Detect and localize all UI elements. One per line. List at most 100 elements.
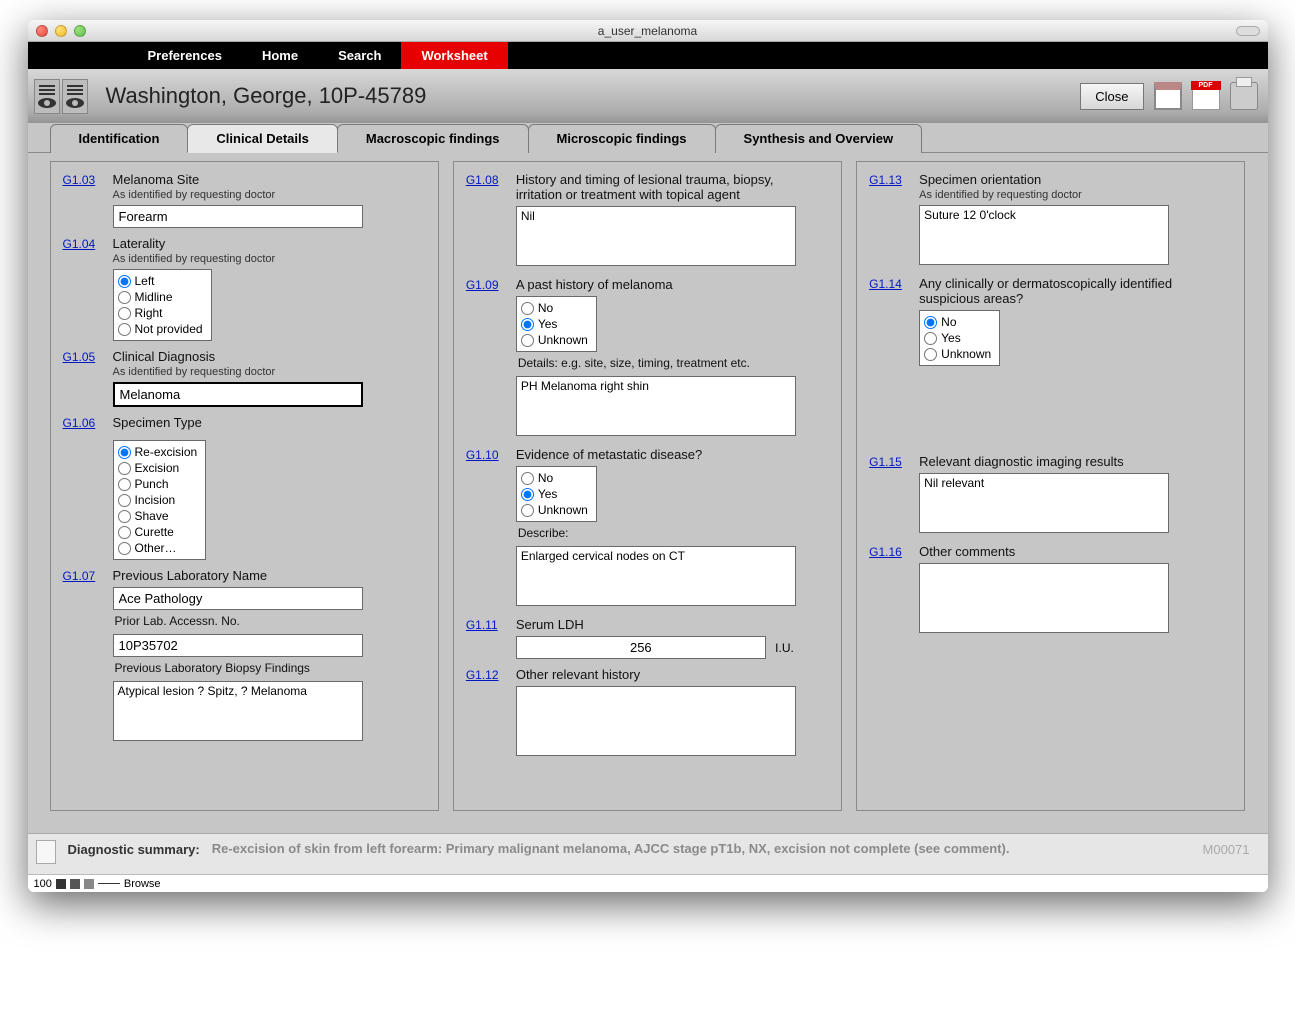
laterality-not-provided[interactable]: Not provided [118,321,203,337]
header-bar: Washington, George, 10P-45789 Close [28,69,1268,124]
spec-punch[interactable]: Punch [118,476,198,492]
code-link-g106[interactable]: G1.06 [63,415,113,560]
label-suspicious-areas: Any clinically or dermatoscopically iden… [919,276,1179,306]
serum-ldh-input[interactable] [516,636,766,659]
status-icon-1[interactable] [56,879,66,889]
window-title: a_user_melanoma [28,24,1268,38]
code-link-g111[interactable]: G1.11 [466,617,516,659]
window-toolbar-toggle-icon[interactable] [1236,26,1260,36]
window-close-icon[interactable] [36,25,48,37]
susp-no[interactable]: No [924,314,991,330]
met-yes[interactable]: Yes [521,486,588,502]
met-describe-textarea[interactable] [516,546,796,606]
prev-biopsy-findings-textarea[interactable] [113,681,363,741]
prev-lab-name-input[interactable] [113,587,363,610]
footer-summary: Diagnostic summary: Re-excision of skin … [28,833,1268,874]
specimen-orientation-textarea[interactable] [919,205,1169,265]
menu-search[interactable]: Search [318,42,401,69]
column-3: G1.13 Specimen orientation As identified… [856,161,1245,811]
ph-no[interactable]: No [521,300,588,316]
code-link-g114[interactable]: G1.14 [869,276,919,366]
content-area: G1.03 Melanoma Site As identified by req… [28,153,1268,833]
column-2: G1.08 History and timing of lesional tra… [453,161,842,811]
menu-home[interactable]: Home [242,42,318,69]
spec-excision[interactable]: Excision [118,460,198,476]
tab-microscopic[interactable]: Microscopic findings [528,124,716,153]
code-link-g105[interactable]: G1.05 [63,349,113,407]
spec-reexcision[interactable]: Re-excision [118,444,198,460]
sublabel-g103: As identified by requesting doctor [113,189,426,201]
tab-synthesis[interactable]: Synthesis and Overview [715,124,923,153]
susp-unknown[interactable]: Unknown [924,346,991,362]
code-link-g107[interactable]: G1.07 [63,568,113,744]
pdf-export-icon[interactable] [1192,82,1220,110]
label-other-comments: Other comments [919,544,1232,559]
window-zoom-icon[interactable] [74,25,86,37]
spec-curette[interactable]: Curette [118,524,198,540]
status-icon-2[interactable] [70,879,80,889]
clipboard-icon[interactable] [1154,82,1182,110]
other-comments-textarea[interactable] [919,563,1169,633]
label-melanoma-site: Melanoma Site [113,172,426,187]
code-link-g110[interactable]: G1.10 [466,447,516,609]
label-specimen-type: Specimen Type [113,415,426,430]
status-icon-3[interactable] [84,879,94,889]
code-link-g103[interactable]: G1.03 [63,172,113,228]
met-unknown[interactable]: Unknown [521,502,588,518]
label-past-history-melanoma: A past history of melanoma [516,277,829,292]
history-trauma-textarea[interactable] [516,206,796,266]
label-ph-details: Details: e.g. site, size, timing, treatm… [518,356,829,370]
laterality-left[interactable]: Left [118,273,203,289]
print-icon[interactable] [1230,82,1258,110]
code-link-g115[interactable]: G1.15 [869,454,919,536]
specimen-type-radiogroup: Re-excision Excision Punch Incision Shav… [113,440,207,560]
detail-view-icon[interactable] [62,79,88,114]
patient-title: Washington, George, 10P-45789 [106,83,427,109]
susp-yes[interactable]: Yes [924,330,991,346]
menu-preferences[interactable]: Preferences [128,42,242,69]
tab-clinical-details[interactable]: Clinical Details [187,124,337,153]
label-serum-ldh: Serum LDH [516,617,829,632]
close-button[interactable]: Close [1080,83,1143,110]
metastatic-radiogroup: No Yes Unknown [516,466,597,522]
tab-identification[interactable]: Identification [50,124,189,153]
app-window: a_user_melanoma Preferences Home Search … [28,20,1268,892]
code-link-g116[interactable]: G1.16 [869,544,919,636]
imaging-results-textarea[interactable] [919,473,1169,533]
ph-unknown[interactable]: Unknown [521,332,588,348]
clinical-diagnosis-input[interactable] [113,382,363,407]
spec-other[interactable]: Other… [118,540,198,556]
cursor-tool-icon[interactable] [36,840,56,864]
code-link-g104[interactable]: G1.04 [63,236,113,341]
laterality-radiogroup: Left Midline Right Not provided [113,269,212,341]
label-specimen-orientation: Specimen orientation [919,172,1232,187]
spec-incision[interactable]: Incision [118,492,198,508]
list-view-icon[interactable] [34,79,60,114]
code-link-g112[interactable]: G1.12 [466,667,516,759]
status-bar: 100 Browse [28,874,1268,892]
diagnostic-summary-text: Re-excision of skin from left forearm: P… [212,840,1191,858]
melanoma-site-input[interactable] [113,205,363,228]
prior-accession-input[interactable] [113,634,363,657]
suspicious-radiogroup: No Yes Unknown [919,310,1000,366]
ph-yes[interactable]: Yes [521,316,588,332]
spec-shave[interactable]: Shave [118,508,198,524]
code-link-g108[interactable]: G1.08 [466,172,516,269]
code-link-g113[interactable]: G1.13 [869,172,919,268]
laterality-right[interactable]: Right [118,305,203,321]
label-laterality: Laterality [113,236,426,251]
window-minimize-icon[interactable] [55,25,67,37]
met-no[interactable]: No [521,470,588,486]
ph-details-textarea[interactable] [516,376,796,436]
code-link-g109[interactable]: G1.09 [466,277,516,439]
other-history-textarea[interactable] [516,686,796,756]
laterality-midline[interactable]: Midline [118,289,203,305]
menu-worksheet[interactable]: Worksheet [401,42,507,69]
status-divider-icon [98,883,120,884]
label-other-history: Other relevant history [516,667,829,682]
zoom-level[interactable]: 100 [34,878,52,890]
label-history-trauma: History and timing of lesional trauma, b… [516,172,796,202]
label-prev-lab-name: Previous Laboratory Name [113,568,426,583]
tab-macroscopic[interactable]: Macroscopic findings [337,124,529,153]
diagnostic-summary-label: Diagnostic summary: [68,840,200,857]
